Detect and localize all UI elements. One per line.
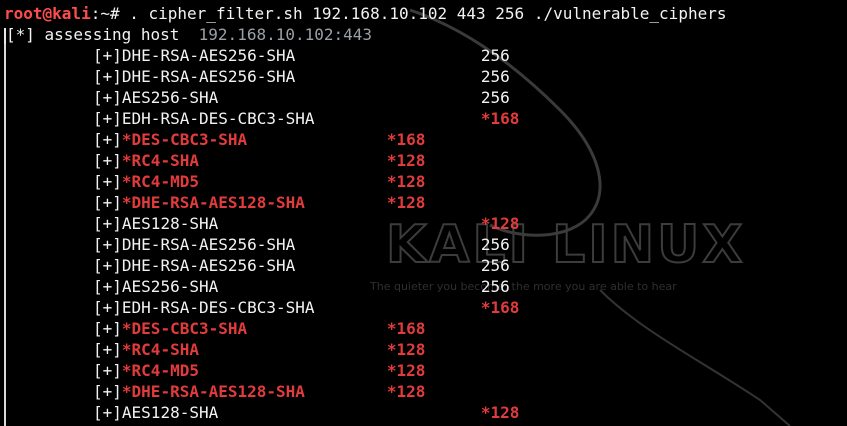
cipher-bits: *128: [386, 172, 426, 191]
row-prefix: [+]: [93, 277, 122, 296]
cipher-row: [+]*DES-CBC3-SHA *168: [6, 318, 425, 339]
cipher-row: [+]*DES-CBC3-SHA *168: [6, 129, 425, 150]
cipher-name: DHE-RSA-AES256-SHA: [121, 46, 296, 65]
cipher-row: [+]*RC4-MD5 *128: [6, 360, 425, 381]
status-line: [*] assessing host 192.168.10.102:443: [4, 24, 372, 45]
target-host: 192.168.10.102:443: [198, 25, 373, 44]
cipher-bits: *168: [480, 298, 520, 317]
cipher-bits: 256: [480, 88, 510, 107]
row-prefix: [+]: [93, 193, 122, 212]
cipher-name: DHE-RSA-AES256-SHA: [121, 235, 296, 254]
row-prefix: [+]: [93, 109, 122, 128]
cipher-row: [+]EDH-RSA-DES-CBC3-SHA *168: [6, 297, 519, 318]
cipher-bits: *168: [480, 109, 520, 128]
cipher-name: *DHE-RSA-AES128-SHA: [121, 193, 305, 212]
row-prefix: [+]: [93, 172, 122, 191]
prompt-line: root@kali:~# . cipher_filter.sh 192.168.…: [4, 3, 726, 24]
terminal-window[interactable]: KALI LINUX The quieter you become, the m…: [0, 0, 847, 426]
cipher-row: [+]*DHE-RSA-AES128-SHA *128: [6, 381, 425, 402]
command-text: . cipher_filter.sh 192.168.10.102 443 25…: [119, 4, 727, 23]
cipher-bits: 256: [480, 46, 510, 65]
cipher-name: *DHE-RSA-AES128-SHA: [121, 382, 305, 401]
cipher-name: *RC4-MD5: [121, 172, 199, 191]
cipher-bits: *128: [386, 193, 426, 212]
dragon-tail: [599, 289, 791, 426]
cipher-bits: *128: [386, 361, 426, 380]
cipher-row: [+]DHE-RSA-AES256-SHA 256: [6, 45, 510, 66]
cipher-name: EDH-RSA-DES-CBC3-SHA: [121, 109, 315, 128]
cipher-name: *RC4-SHA: [121, 340, 199, 359]
cipher-bits: 256: [480, 67, 510, 86]
row-prefix: [+]: [93, 256, 122, 275]
cipher-bits: *128: [480, 403, 520, 422]
cipher-row: [+]AES256-SHA 256: [6, 276, 510, 297]
cipher-bits: *128: [480, 214, 520, 233]
status-label: [*] assessing host: [6, 25, 180, 44]
cipher-name: AES128-SHA: [121, 214, 219, 233]
cipher-bits: 256: [480, 256, 510, 275]
cipher-row: [+]*DHE-RSA-AES128-SHA *128: [6, 192, 425, 213]
cipher-name: *DES-CBC3-SHA: [121, 319, 248, 338]
row-prefix: [+]: [93, 151, 122, 170]
cipher-bits: *168: [386, 130, 426, 149]
row-prefix: [+]: [93, 130, 122, 149]
cipher-name: AES256-SHA: [121, 88, 219, 107]
cipher-name: AES128-SHA: [121, 403, 219, 422]
cipher-row: [+]*RC4-MD5 *128: [6, 171, 425, 192]
cipher-bits: 256: [480, 277, 510, 296]
cipher-name: *RC4-MD5: [121, 361, 199, 380]
row-prefix: [+]: [93, 340, 122, 359]
cipher-bits: *128: [386, 382, 426, 401]
row-prefix: [+]: [93, 361, 122, 380]
cipher-name: *RC4-SHA: [121, 151, 199, 170]
cipher-bits: *168: [386, 319, 426, 338]
cipher-row: [+]*RC4-SHA *128: [6, 150, 425, 171]
cipher-name: *DES-CBC3-SHA: [121, 130, 248, 149]
row-prefix: [+]: [93, 298, 122, 317]
prompt-user: root@kali: [4, 4, 91, 23]
cipher-name: DHE-RSA-AES256-SHA: [121, 67, 296, 86]
cipher-bits: 256: [480, 235, 510, 254]
cipher-name: AES256-SHA: [121, 277, 219, 296]
prompt-path: :~#: [90, 4, 120, 23]
cipher-row: [+]*RC4-SHA *128: [6, 339, 425, 360]
cipher-bits: *128: [386, 151, 426, 170]
cipher-row: [+]EDH-RSA-DES-CBC3-SHA *168: [6, 108, 519, 129]
cipher-row: [+]AES128-SHA *128: [6, 213, 519, 234]
cipher-row: [+]DHE-RSA-AES256-SHA 256: [6, 66, 510, 87]
cipher-row: [+]AES256-SHA 256: [6, 87, 510, 108]
row-prefix: [+]: [93, 235, 122, 254]
row-prefix: [+]: [93, 88, 122, 107]
row-prefix: [+]: [93, 67, 122, 86]
row-prefix: [+]: [93, 403, 122, 422]
cipher-name: EDH-RSA-DES-CBC3-SHA: [121, 298, 315, 317]
cipher-name: DHE-RSA-AES256-SHA: [121, 256, 296, 275]
cipher-bits: *128: [386, 340, 426, 359]
cipher-row: [+]DHE-RSA-AES256-SHA 256: [6, 234, 510, 255]
row-prefix: [+]: [93, 382, 122, 401]
cipher-row: [+]AES128-SHA *128: [6, 402, 519, 423]
cipher-row: [+]DHE-RSA-AES256-SHA 256: [6, 255, 510, 276]
row-prefix: [+]: [93, 214, 122, 233]
row-prefix: [+]: [93, 319, 122, 338]
row-prefix: [+]: [93, 46, 122, 65]
